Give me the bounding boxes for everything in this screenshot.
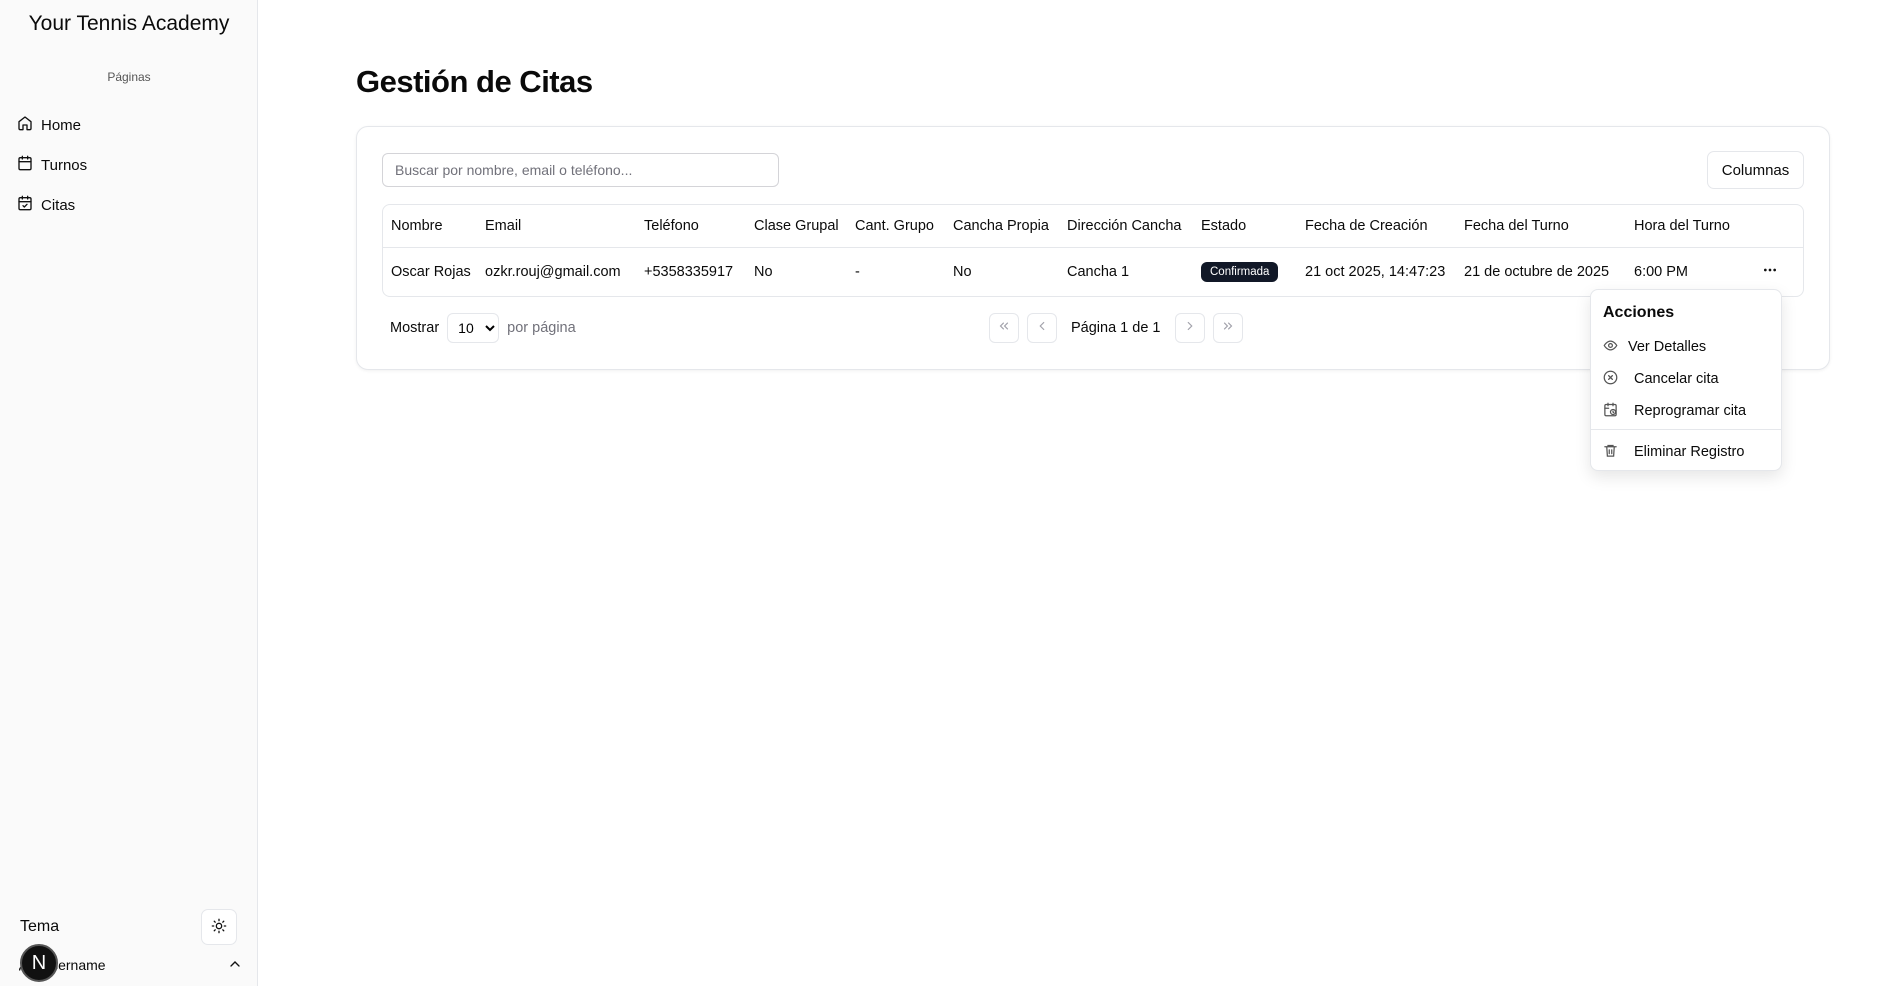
theme-toggle-button[interactable] bbox=[201, 909, 237, 945]
menu-item-eliminar-registro[interactable]: Eliminar Registro bbox=[1603, 442, 1744, 462]
page-info: Página 1 de 1 bbox=[1071, 320, 1161, 336]
cell-email: ozkr.rouj@gmail.com bbox=[485, 263, 621, 280]
chevron-up-icon bbox=[227, 956, 243, 975]
column-header[interactable]: Cant. Grupo bbox=[847, 205, 945, 248]
x-circle-icon bbox=[1603, 370, 1618, 389]
column-header[interactable]: Teléfono bbox=[636, 205, 746, 248]
sidebar-group-label: Páginas bbox=[107, 70, 151, 84]
cell-telefono: +5358335917 bbox=[644, 263, 734, 280]
actions-menu: Acciones Ver Detalles Cancelar cita Repr… bbox=[1590, 289, 1782, 471]
chevrons-right-icon bbox=[1221, 319, 1235, 337]
sidebar-item-label: Home bbox=[41, 116, 82, 134]
last-page-button[interactable] bbox=[1212, 313, 1243, 343]
menu-item-reprogramar-cita[interactable]: Reprogramar cita bbox=[1603, 401, 1746, 421]
sidebar-item-label: Turnos bbox=[41, 156, 88, 174]
cell-direccion-cancha: Cancha 1 bbox=[1067, 263, 1130, 280]
calendar-clock-icon bbox=[1603, 402, 1618, 421]
cell-clase-grupal: No bbox=[754, 263, 773, 280]
home-icon bbox=[17, 115, 33, 135]
column-header[interactable]: Fecha del Turno bbox=[1456, 205, 1626, 248]
avatar[interactable]: N bbox=[20, 944, 58, 982]
menu-item-label: Eliminar Registro bbox=[1634, 444, 1745, 460]
menu-item-ver-detalles[interactable]: Ver Detalles bbox=[1603, 337, 1706, 357]
appointments-table: Nombre Email Teléfono Clase Grupal Cant.… bbox=[382, 204, 1804, 297]
menu-item-label: Reprogramar cita bbox=[1634, 403, 1747, 419]
actions-menu-title: Acciones bbox=[1603, 304, 1675, 321]
column-header[interactable]: Clase Grupal bbox=[746, 205, 847, 248]
column-header[interactable]: Cancha Propia bbox=[945, 205, 1059, 248]
sidebar-item-turnos[interactable]: Turnos bbox=[17, 154, 87, 176]
column-header[interactable]: Nombre bbox=[383, 205, 477, 248]
page-title: Gestión de Citas bbox=[356, 64, 593, 99]
menu-divider bbox=[1591, 429, 1781, 430]
column-header[interactable]: Fecha de Creación bbox=[1297, 205, 1456, 248]
column-header-actions bbox=[1748, 205, 1803, 248]
column-header[interactable]: Dirección Cancha bbox=[1059, 205, 1193, 248]
sidebar-item-citas[interactable]: Citas bbox=[17, 194, 75, 216]
menu-item-label: Ver Detalles bbox=[1628, 339, 1707, 355]
chevrons-left-icon bbox=[997, 319, 1011, 337]
prev-page-button[interactable] bbox=[1027, 313, 1057, 343]
pagination: Página 1 de 1 bbox=[989, 313, 1243, 343]
menu-item-label: Cancelar cita bbox=[1634, 371, 1719, 387]
sidebar-item-label: Citas bbox=[41, 196, 76, 214]
sidebar: Your Tennis Academy Páginas Home Turnos … bbox=[0, 0, 258, 986]
first-page-button[interactable] bbox=[989, 313, 1019, 343]
cell-fecha-creacion: 21 oct 2025, 14:47:23 bbox=[1305, 263, 1446, 280]
column-header[interactable]: Hora del Turno bbox=[1626, 205, 1748, 248]
cell-estado: Confirmada bbox=[1193, 247, 1297, 296]
brand-title: Your Tennis Academy bbox=[28, 12, 230, 35]
cell-cancha-propia: No bbox=[953, 263, 972, 280]
calendar-icon bbox=[17, 155, 33, 175]
column-header[interactable]: Email bbox=[477, 205, 636, 248]
more-horizontal-icon bbox=[1762, 262, 1778, 282]
search-input[interactable] bbox=[382, 153, 779, 187]
row-actions-button[interactable] bbox=[1756, 258, 1784, 286]
trash-icon bbox=[1603, 443, 1618, 462]
next-page-button[interactable] bbox=[1174, 313, 1205, 343]
page-size-select[interactable]: 10 bbox=[447, 313, 500, 343]
eye-icon bbox=[1603, 338, 1618, 357]
chevron-left-icon bbox=[1035, 319, 1049, 337]
chevron-right-icon bbox=[1183, 319, 1197, 337]
theme-label: Tema bbox=[20, 918, 60, 935]
calendar-check-icon bbox=[17, 195, 33, 215]
table-row[interactable]: Oscar Rojas ozkr.rouj@gmail.com +5358335… bbox=[383, 247, 1803, 296]
column-header[interactable]: Estado bbox=[1193, 205, 1297, 248]
cell-nombre: Oscar Rojas bbox=[391, 263, 471, 280]
status-badge: Confirmada bbox=[1201, 261, 1279, 282]
page-size-control: Mostrar 10 por página bbox=[390, 313, 576, 343]
sun-icon bbox=[211, 918, 227, 937]
menu-item-cancelar-cita[interactable]: Cancelar cita bbox=[1603, 369, 1719, 389]
sidebar-item-home[interactable]: Home bbox=[17, 114, 81, 136]
per-page-label: por página bbox=[507, 320, 576, 336]
cell-cant-grupo: - bbox=[855, 263, 860, 280]
columns-button[interactable]: Columnas bbox=[1707, 151, 1804, 189]
table-header-row: Nombre Email Teléfono Clase Grupal Cant.… bbox=[383, 205, 1803, 248]
show-label: Mostrar bbox=[390, 320, 440, 336]
